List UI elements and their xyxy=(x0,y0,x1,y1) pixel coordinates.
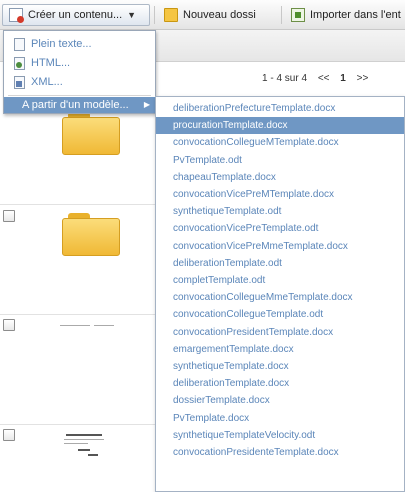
chevron-down-icon: ▼ xyxy=(127,10,137,20)
template-item[interactable]: convocationCollegueMmeTemplate.docx xyxy=(156,289,404,306)
menu-item-label: Plein texte... xyxy=(31,38,92,50)
toolbar: Créer un contenu... ▼ Nouveau dossier Im… xyxy=(0,0,405,30)
row-divider xyxy=(0,204,155,205)
toolbar-divider xyxy=(281,6,282,24)
template-item[interactable]: PvTemplate.odt xyxy=(156,152,404,169)
row-checkbox[interactable] xyxy=(3,319,15,331)
pagination-range: 1 - 4 sur 4 xyxy=(262,73,308,84)
template-item[interactable]: deliberationTemplate.odt xyxy=(156,255,404,272)
template-item[interactable]: synthetiqueTemplateVelocity.odt xyxy=(156,427,404,444)
import-label: Importer dans l'ent xyxy=(310,9,401,21)
new-folder-button[interactable]: Nouveau dossier xyxy=(157,4,257,26)
template-item[interactable]: PvTemplate.docx xyxy=(156,410,404,427)
template-item[interactable]: synthetiqueTemplate.docx xyxy=(156,358,404,375)
template-item[interactable]: convocationVicePreMTemplate.docx xyxy=(156,186,404,203)
template-item[interactable]: chapeauTemplate.docx xyxy=(156,169,404,186)
next-page-link[interactable]: >> xyxy=(357,73,369,84)
row-divider xyxy=(0,424,155,425)
previous-page-link[interactable]: << xyxy=(318,73,330,84)
row-checkbox[interactable] xyxy=(3,210,15,222)
current-page: 1 xyxy=(340,73,346,84)
pagination: 1 - 4 sur 4 << 1 >> xyxy=(262,73,376,84)
template-item[interactable]: convocationVicePreMmeTemplate.docx xyxy=(156,238,404,255)
folder-thumbnail-icon[interactable] xyxy=(62,112,120,155)
create-content-menu: Plein texte... HTML... XML... A partir d… xyxy=(3,30,156,114)
create-content-label: Créer un contenu... xyxy=(28,9,123,21)
template-item[interactable]: procurationTemplate.docx xyxy=(156,117,404,135)
template-submenu: deliberationPrefectureTemplate.docx procu… xyxy=(155,96,405,492)
folder-thumbnail-icon[interactable] xyxy=(62,213,120,256)
toolbar-divider xyxy=(154,6,155,24)
xml-document-icon xyxy=(14,75,25,89)
text-document-icon xyxy=(14,37,25,51)
template-item[interactable]: convocationVicePreTemplate.odt xyxy=(156,220,404,237)
new-folder-label: Nouveau dossier xyxy=(183,9,256,21)
menu-divider xyxy=(8,95,151,96)
menu-item-label: XML... xyxy=(31,76,63,88)
template-item[interactable]: convocationCollegueMTemplate.docx xyxy=(156,134,404,151)
template-item[interactable]: emargementTemplate.docx xyxy=(156,341,404,358)
folder-icon xyxy=(164,8,178,22)
menu-item-plain-text[interactable]: Plein texte... xyxy=(4,35,155,53)
chevron-right-icon: ▶ xyxy=(143,100,150,109)
template-item[interactable]: convocationPresidentTemplate.docx xyxy=(156,324,404,341)
import-button[interactable]: Importer dans l'ent xyxy=(284,4,405,26)
template-item[interactable]: dossierTemplate.docx xyxy=(156,392,404,409)
template-item[interactable]: completTemplate.odt xyxy=(156,272,404,289)
menu-item-label: HTML... xyxy=(31,57,71,69)
template-item[interactable]: convocationCollegueTemplate.odt xyxy=(156,306,404,323)
template-item[interactable]: deliberationPrefectureTemplate.docx xyxy=(156,100,404,117)
row-divider xyxy=(0,314,155,315)
document-thumbnail-icon[interactable] xyxy=(60,432,110,460)
menu-item-html[interactable]: HTML... xyxy=(4,54,155,72)
document-thumbnail-icon[interactable] xyxy=(60,322,115,338)
menu-item-label: A partir d'un modèle... xyxy=(22,99,129,111)
row-checkbox[interactable] xyxy=(3,429,15,441)
import-icon xyxy=(291,8,305,22)
template-item[interactable]: deliberationTemplate.docx xyxy=(156,375,404,392)
template-item[interactable]: synthetiqueTemplate.odt xyxy=(156,203,404,220)
menu-item-from-template[interactable]: A partir d'un modèle... ▶ xyxy=(4,97,155,113)
template-item[interactable]: convocationPresidenteTemplate.docx xyxy=(156,444,404,461)
html-document-icon xyxy=(14,56,25,70)
menu-item-xml[interactable]: XML... xyxy=(4,73,155,91)
create-content-button[interactable]: Créer un contenu... ▼ xyxy=(2,4,150,26)
new-document-icon xyxy=(9,8,24,23)
